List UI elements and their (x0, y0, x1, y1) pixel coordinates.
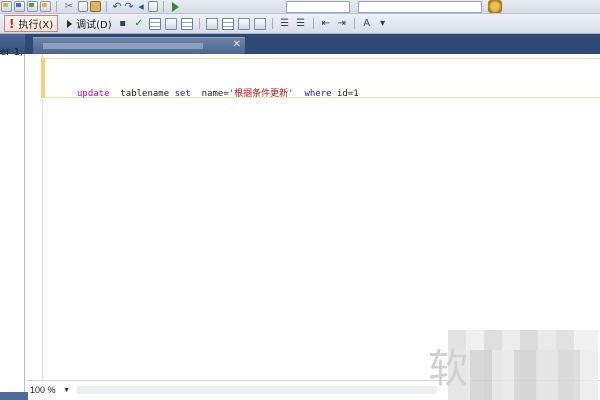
start-icon[interactable] (172, 1, 179, 12)
comment-icon[interactable]: ☰ (279, 18, 291, 30)
watermark-glyph: 软 (428, 346, 468, 392)
results-to-text-icon[interactable] (205, 17, 218, 30)
toolbar-separator (353, 18, 355, 29)
activity-monitor-icon[interactable] (148, 1, 158, 12)
query-document-tab[interactable]: ✕ (33, 37, 245, 54)
watermark-mosaic (448, 350, 598, 400)
copy-icon[interactable] (78, 1, 88, 12)
decrease-indent-icon[interactable]: ⇤ (320, 18, 332, 30)
debug-label: 调试(D) (76, 20, 112, 31)
execute-icon: ! (9, 16, 15, 31)
keyword-set: set (174, 89, 191, 99)
actual-plan-icon[interactable] (253, 17, 266, 30)
parse-check-icon[interactable]: ✓ (133, 18, 145, 30)
debug-icon (67, 19, 73, 28)
keyword-where: where (304, 89, 332, 99)
client-statistics-icon[interactable] (237, 17, 250, 30)
horizontal-scrollbar[interactable] (77, 386, 437, 394)
new-query-icon[interactable] (1, 1, 12, 12)
results-to-file-icon[interactable] (221, 17, 234, 30)
assignment: name= (201, 89, 229, 99)
object-explorer-pane (0, 34, 25, 400)
object-explorer-item[interactable]: er 1, (0, 47, 23, 58)
undo-icon[interactable]: ↶ (112, 1, 122, 13)
specify-values-icon[interactable]: A (361, 18, 373, 30)
toolbar-separator (106, 1, 107, 12)
document-tab-strip: ✕ (25, 34, 600, 54)
cut-icon[interactable]: ✂ (62, 1, 76, 13)
properties-gear-icon[interactable] (488, 0, 502, 13)
open-file-icon[interactable] (14, 1, 25, 12)
sql-code-line[interactable]: update tablename set name='根据条件更新' where… (77, 86, 359, 99)
debug-button[interactable]: 调试(D) (64, 15, 115, 32)
tab-title-obscured (43, 43, 203, 49)
execute-label: 执行(X) (18, 20, 54, 31)
chevron-down-icon: ▼ (63, 386, 70, 394)
editor-gutter (27, 54, 43, 380)
results-to-grid-icon[interactable] (148, 17, 161, 30)
uncomment-icon[interactable]: ☰ (295, 18, 307, 30)
toolbar-separator (271, 18, 273, 29)
display-plan-icon[interactable] (164, 17, 177, 30)
close-icon[interactable]: ✕ (233, 39, 241, 50)
stop-icon[interactable]: ▪ (117, 18, 129, 30)
zoom-dropdown[interactable]: 100 % ▼ (27, 383, 73, 397)
keyword-update: update (77, 89, 110, 99)
pane-footer (0, 392, 28, 400)
where-condition: id=1 (336, 89, 359, 99)
navigate-back-icon[interactable]: ◂ (136, 1, 146, 13)
redo-icon[interactable]: ↷ (124, 1, 134, 13)
toolbar-overflow-icon[interactable]: ▾ (377, 18, 389, 30)
save-all-icon[interactable] (40, 1, 51, 12)
toolbar-separator (312, 18, 314, 29)
query-options-icon[interactable] (180, 17, 193, 30)
table-name: tablename (120, 89, 170, 99)
toolbar-separator (198, 18, 200, 29)
execute-button[interactable]: ! 执行(X) (4, 15, 59, 32)
watermark: 软 (418, 320, 600, 400)
sql-editor-toolbar: ! 执行(X) 调试(D) ▪ ✓ ☰ ☰ ⇤ ⇥ A ▾ (0, 14, 600, 34)
toolbar-separator (56, 1, 57, 12)
find-dropdown[interactable] (358, 1, 482, 13)
solution-config-dropdown[interactable] (286, 1, 350, 13)
paste-icon[interactable] (90, 1, 101, 12)
save-icon[interactable] (27, 1, 38, 12)
increase-indent-icon[interactable]: ⇥ (336, 18, 348, 30)
zoom-value: 100 % (30, 385, 56, 395)
string-literal: '根据条件更新' (228, 89, 294, 99)
toolbar-separator (163, 1, 164, 12)
